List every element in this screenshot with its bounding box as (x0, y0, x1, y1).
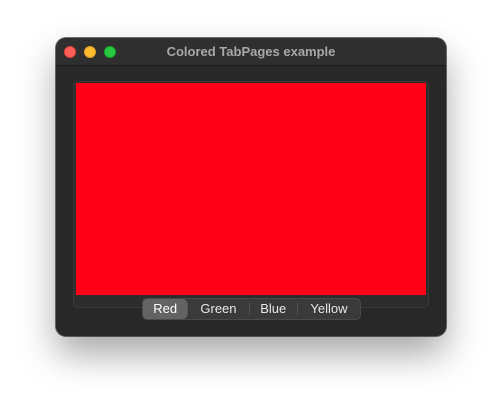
tab-page-content (76, 83, 426, 295)
app-window: Colored TabPages example Red Green Blue … (56, 38, 446, 336)
title-bar[interactable]: Colored TabPages example (56, 38, 446, 66)
tab-blue[interactable]: Blue (250, 299, 297, 319)
tab-red[interactable]: Red (143, 299, 188, 319)
tab-selector: Red Green Blue Yellow (142, 298, 361, 320)
tab-green[interactable]: Green (188, 299, 248, 319)
window-title: Colored TabPages example (166, 44, 336, 59)
tab-yellow[interactable]: Yellow (298, 299, 360, 319)
